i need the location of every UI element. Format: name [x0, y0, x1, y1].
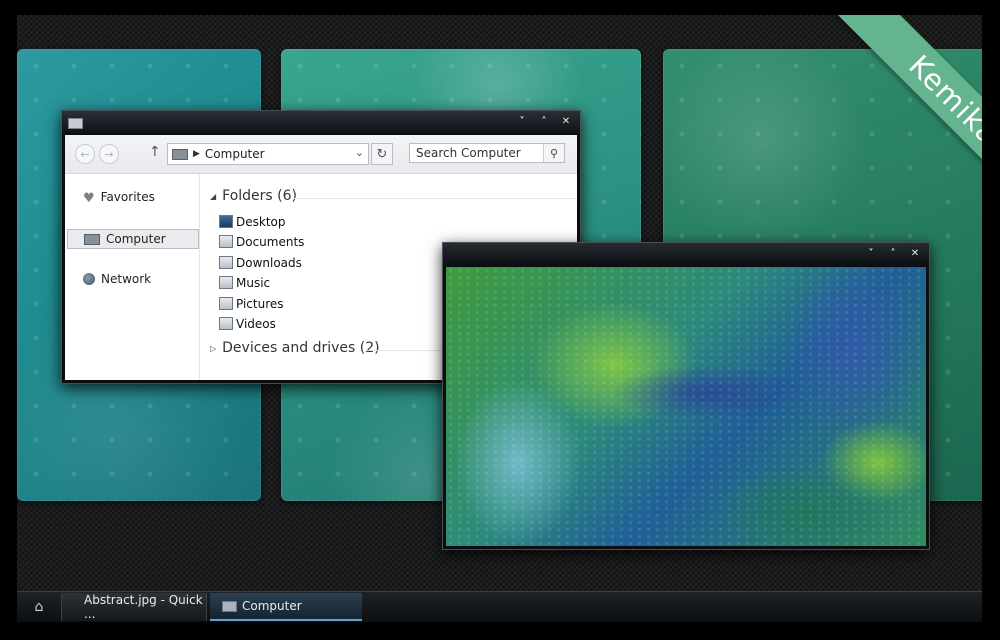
taskbar-label: Abstract.jpg - Quick ... — [84, 593, 203, 621]
folder-item-documents[interactable]: Documents — [219, 232, 304, 251]
search-placeholder: Search Computer — [416, 146, 521, 160]
up-button[interactable]: ↑ — [149, 144, 161, 160]
folder-label: Documents — [236, 234, 305, 249]
divider — [293, 198, 575, 199]
computer-icon — [68, 118, 83, 129]
folder-item-music[interactable]: Music — [219, 273, 270, 292]
explorer-toolbar: ← → ↑ ▶ Computer ⌄ ↻ Search Computer ⚲ — [65, 135, 577, 174]
nav-item-computer[interactable]: Computer — [67, 229, 199, 249]
search-input[interactable]: Search Computer ⚲ — [409, 143, 565, 163]
taskbar: ⌂ Abstract.jpg - Quick ... Computer — [17, 591, 982, 622]
heart-icon: ♥ — [83, 191, 95, 206]
nav-label: Computer — [106, 232, 166, 246]
folder-label: Music — [236, 275, 271, 290]
collapse-triangle-icon: ◢ — [210, 191, 217, 201]
folder-label: Videos — [236, 316, 276, 331]
desktop-icon — [219, 215, 233, 228]
folder-label: Pictures — [236, 296, 284, 311]
music-icon — [219, 276, 233, 289]
computer-icon — [222, 600, 237, 612]
home-icon[interactable]: ⌂ — [20, 594, 58, 620]
folder-item-desktop[interactable]: Desktop — [219, 212, 286, 231]
chevron-down-icon[interactable]: ⌄ — [355, 146, 364, 159]
forward-button[interactable]: → — [99, 144, 119, 164]
folder-label: Downloads — [236, 255, 302, 270]
nav-item-favorites[interactable]: ♥ Favorites — [67, 188, 197, 206]
pictures-icon — [219, 297, 233, 310]
folder-item-downloads[interactable]: Downloads — [219, 253, 302, 272]
documents-icon — [219, 235, 233, 248]
group-header-label: Folders (6) — [222, 188, 297, 204]
nav-label: Network — [101, 272, 152, 286]
taskbar-item-quick-view[interactable]: Abstract.jpg - Quick ... — [61, 593, 207, 621]
folder-label: Desktop — [236, 214, 286, 229]
folder-item-videos[interactable]: Videos — [219, 314, 276, 333]
minimize-button[interactable]: ˅ — [512, 114, 532, 129]
taskbar-label: Computer — [242, 599, 302, 613]
videos-icon — [219, 317, 233, 330]
group-header-devices[interactable]: ▷ Devices and drives (2) — [210, 340, 380, 356]
expand-triangle-icon: ▷ — [210, 343, 217, 353]
group-header-folders[interactable]: ◢ Folders (6) — [210, 188, 297, 204]
back-button[interactable]: ← — [75, 144, 95, 164]
group-header-label: Devices and drives (2) — [222, 340, 380, 356]
abstract-image — [446, 267, 926, 546]
search-icon[interactable]: ⚲ — [543, 144, 564, 162]
computer-icon — [84, 233, 100, 245]
taskbar-item-computer[interactable]: Computer — [210, 593, 362, 621]
maximize-button[interactable]: ˄ — [883, 246, 903, 261]
globe-icon — [83, 273, 95, 285]
downloads-icon — [219, 256, 233, 269]
screen: Kemikal ˅ ˄ ✕ ← → ↑ ▶ Computer ⌄ ↻ Searc… — [0, 0, 1000, 640]
refresh-button[interactable]: ↻ — [371, 143, 393, 165]
nav-label: Favorites — [100, 190, 155, 204]
nav-item-network[interactable]: Network — [67, 270, 197, 288]
maximize-button[interactable]: ˄ — [534, 114, 554, 129]
close-button[interactable]: ✕ — [556, 114, 576, 129]
address-bar[interactable]: ▶ Computer ⌄ — [167, 143, 369, 165]
close-button[interactable]: ✕ — [905, 246, 925, 261]
minimize-button[interactable]: ˅ — [861, 246, 881, 261]
image-viewer-window[interactable]: ˅ ˄ ✕ — [442, 242, 930, 550]
window-titlebar[interactable]: ˅ ˄ ✕ — [443, 243, 929, 265]
chevron-right-icon: ▶ — [193, 149, 200, 159]
address-text: Computer — [204, 147, 265, 161]
computer-icon — [172, 148, 188, 160]
navigation-pane: ♥ Favorites Computer Network — [65, 174, 200, 380]
window-titlebar[interactable]: ˅ ˄ ✕ — [62, 111, 580, 133]
folder-item-pictures[interactable]: Pictures — [219, 294, 284, 313]
